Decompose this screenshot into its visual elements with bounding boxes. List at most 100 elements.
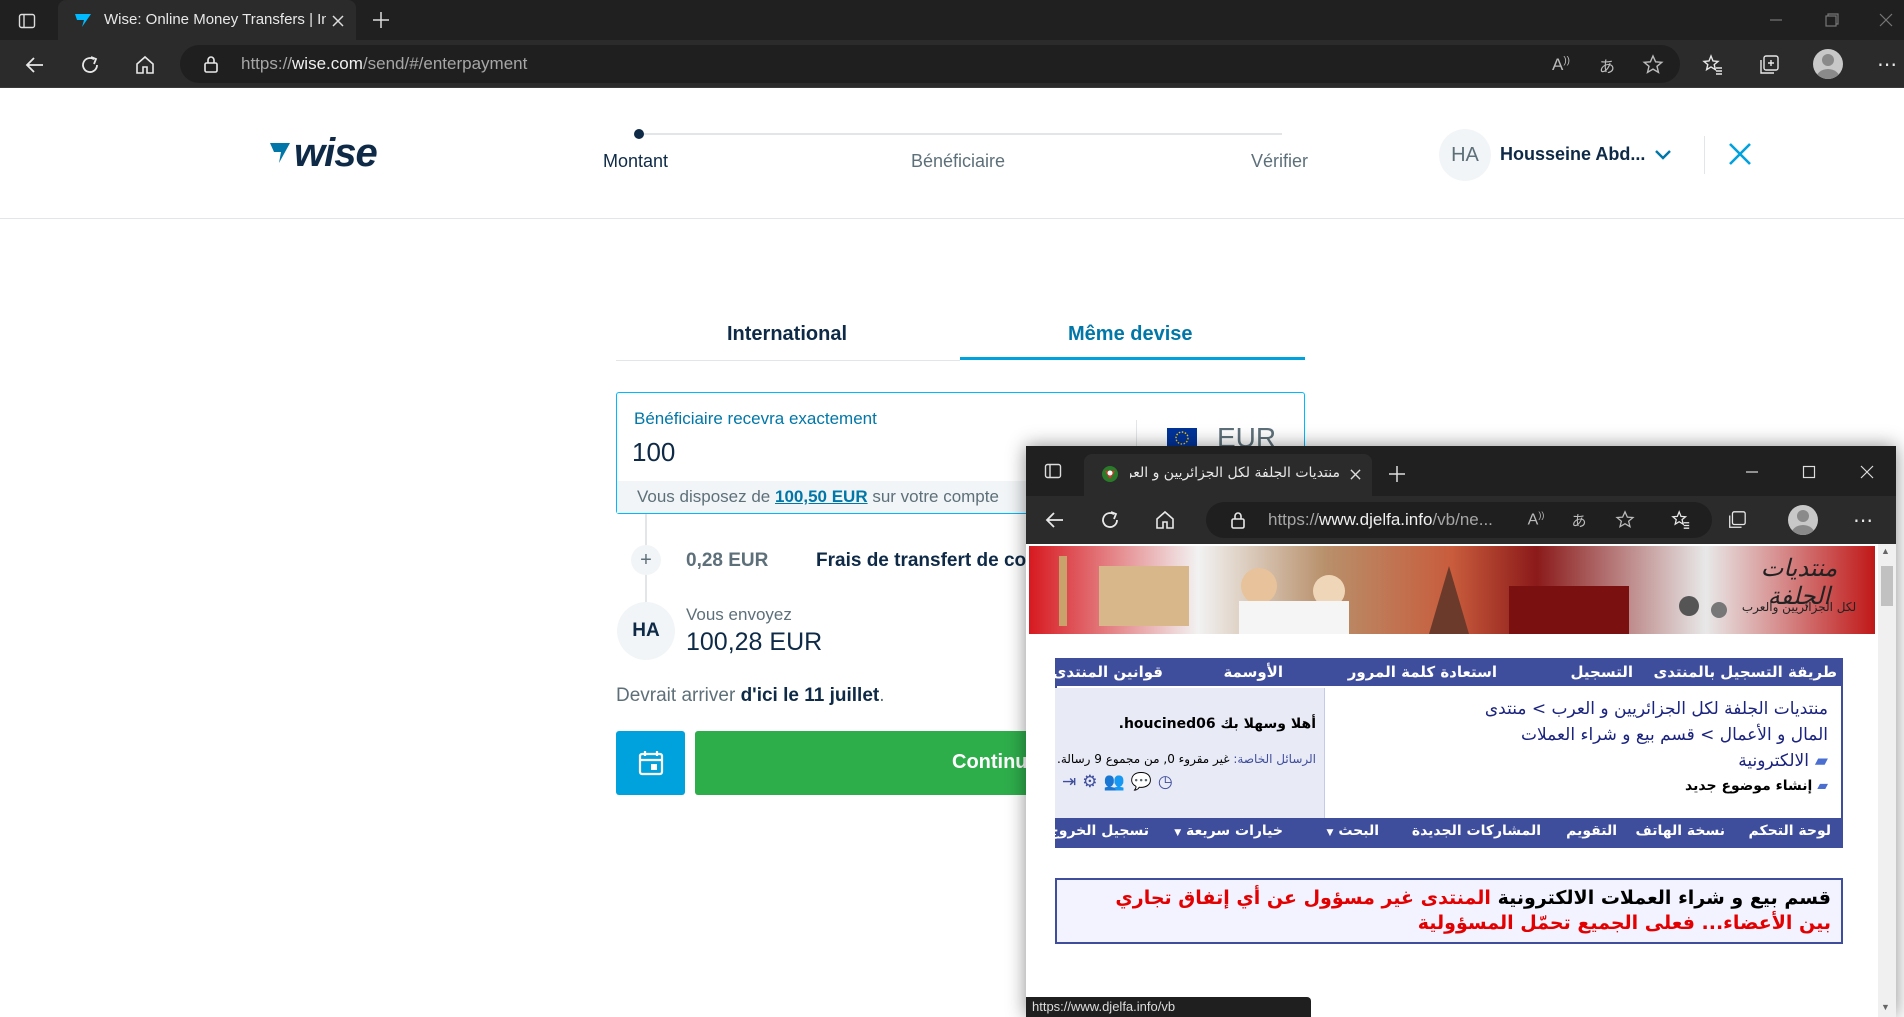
new-topic-label: إنشاء موضوع جديد	[1685, 778, 1813, 794]
logout-icon[interactable]: ⇥	[1062, 772, 1076, 792]
nav-control-panel[interactable]: لوحة التحكم	[1749, 823, 1831, 839]
fee-label: Frais de transfert de co	[816, 550, 1027, 571]
popup-profile-icon[interactable]	[1788, 505, 1818, 535]
profile-icon[interactable]	[1813, 49, 1843, 79]
tab-actions-icon[interactable]	[16, 10, 38, 32]
add-favorite-icon[interactable]	[1640, 52, 1666, 78]
popup-refresh-icon[interactable]	[1097, 507, 1123, 533]
scroll-up-icon[interactable]: ▲	[1881, 546, 1890, 556]
nav-quick-options[interactable]: خيارات سريعة ▼	[1174, 823, 1283, 839]
popup-close-tab-icon[interactable]	[1346, 465, 1364, 483]
breadcrumb-line-3[interactable]: الالكترونية	[1738, 748, 1809, 774]
plus-icon: +	[631, 545, 661, 575]
step-montant: Montant	[603, 151, 669, 171]
close-window-icon[interactable]	[1874, 8, 1898, 32]
popup-window: منتديات الجلفة لكل الجزائريين و العرب ht…	[1026, 446, 1896, 1017]
balance-amount-link[interactable]: 100,50 EUR	[775, 487, 868, 506]
popup-tab-bar: منتديات الجلفة لكل الجزائريين و العرب	[1026, 446, 1896, 496]
new-tab-icon[interactable]	[370, 9, 392, 31]
add-friend-icon[interactable]: 👥	[1104, 772, 1125, 792]
balance-prefix: Vous disposez de	[637, 487, 775, 506]
nav-search-label: البحث	[1338, 823, 1379, 839]
nav-quick-options-label: خيارات سريعة	[1186, 823, 1283, 839]
tab-international[interactable]: International	[727, 323, 847, 346]
home-icon[interactable]	[132, 52, 158, 78]
schedule-button[interactable]	[616, 731, 685, 795]
popup-favorites-icon[interactable]	[1668, 507, 1694, 533]
popup-home-icon[interactable]	[1152, 507, 1178, 533]
user-avatar[interactable]: HA	[1439, 129, 1491, 181]
breadcrumb-line-1[interactable]: منتديات الجلفة لكل الجزائريين و العرب > …	[1346, 696, 1828, 722]
arrival-date: d'ici le 11 juillet	[740, 685, 880, 706]
popup-add-favorite-icon[interactable]	[1612, 507, 1638, 533]
nav-mobile-version[interactable]: نسخة الهاتف	[1636, 823, 1725, 839]
collections-icon[interactable]	[1756, 52, 1782, 78]
chevron-down-icon[interactable]	[1652, 145, 1674, 165]
pm-label: الرسائل الخاصة:	[1233, 752, 1316, 766]
url-text[interactable]: https://wise.com/send/#/enterpayment	[241, 54, 527, 74]
popup-new-tab-icon[interactable]	[1386, 463, 1408, 485]
translate-icon[interactable]: あ	[1594, 52, 1620, 78]
back-icon[interactable]	[22, 52, 48, 78]
breadcrumb-line-2[interactable]: المال و الأعمال > قسم بيع و شراء العملات	[1346, 722, 1828, 748]
progress-track	[638, 133, 1282, 135]
nav-logout[interactable]: تسجيل الخروج	[1049, 823, 1149, 839]
nav-medals[interactable]: الأوسمة	[1223, 663, 1283, 681]
new-topic-link[interactable]: ▰ إنشاء موضوع جديد	[1486, 778, 1828, 794]
more-menu-icon[interactable]: ⋯	[1876, 52, 1898, 78]
nav-new-posts[interactable]: المشاركات الجديدة	[1412, 823, 1541, 839]
close-tab-icon[interactable]	[328, 11, 348, 31]
nav-recover-password[interactable]: استعادة كلمة المرور	[1348, 663, 1497, 681]
private-messages[interactable]: الرسائل الخاصة: غير مقروء 0, من مجموع 9 …	[1057, 752, 1316, 766]
popup-lock-icon[interactable]	[1229, 510, 1247, 530]
favorites-icon[interactable]	[1700, 52, 1726, 78]
nav-calendar[interactable]: التقويم	[1566, 823, 1617, 839]
popup-close-window-icon[interactable]	[1855, 460, 1879, 484]
popup-read-aloud-icon[interactable]: A))	[1524, 507, 1548, 533]
wise-logo[interactable]: wise	[268, 131, 378, 175]
clock-icon[interactable]: ◷	[1158, 772, 1173, 792]
restore-window-icon[interactable]	[1820, 8, 1844, 32]
pm-text: غير مقروء 0, من مجموع 9 رسالة.	[1057, 752, 1230, 766]
breadcrumb: منتديات الجلفة لكل الجزائريين و العرب > …	[1346, 696, 1828, 774]
chat-icon[interactable]: 💬	[1131, 772, 1152, 792]
nav-forum-rules[interactable]: قوانين المنتدى	[1053, 663, 1163, 681]
popup-collections-icon[interactable]	[1724, 507, 1750, 533]
scroll-down-icon[interactable]: ▼	[1881, 1002, 1890, 1012]
popup-translate-icon[interactable]: あ	[1567, 507, 1591, 533]
url-path: /send/#/enterpayment	[362, 54, 528, 73]
popup-tab-actions-icon[interactable]	[1042, 460, 1064, 482]
progress-dot	[634, 129, 644, 139]
refresh-icon[interactable]	[77, 52, 103, 78]
notice-section-title: قسم بيع و شراء العملات الالكترونية	[1497, 887, 1831, 909]
dropdown-arrow-icon: ▼	[1326, 828, 1334, 838]
amount-value[interactable]: 100	[632, 437, 675, 468]
popup-scrollbar-thumb[interactable]	[1881, 566, 1893, 606]
fee-amount: 0,28 EUR	[686, 550, 769, 571]
minimize-window-icon[interactable]	[1764, 8, 1788, 32]
popup-more-icon[interactable]: ⋯	[1852, 507, 1874, 533]
close-flow-icon[interactable]	[1728, 140, 1752, 168]
user-action-icons: ⇥ ⚙ 👥 💬 ◷	[1062, 772, 1173, 792]
read-aloud-icon[interactable]: A))	[1548, 52, 1574, 78]
popup-url-text[interactable]: https://www.djelfa.info/vb/ne...	[1268, 510, 1493, 530]
popup-maximize-icon[interactable]	[1797, 460, 1821, 484]
nav-registration-guide[interactable]: طريقة التسجيل بالمنتدى	[1653, 663, 1837, 681]
you-send-value[interactable]: 100,28 EUR	[686, 628, 822, 657]
popup-back-icon[interactable]	[1042, 507, 1068, 533]
step-verifier: Vérifier	[1251, 151, 1309, 171]
breadcrumb-line-3-row: ▰ الالكترونية	[1346, 748, 1828, 774]
welcome-username[interactable]: houcined06	[1124, 716, 1216, 732]
nav-register[interactable]: التسجيل	[1571, 663, 1633, 681]
user-name[interactable]: Housseine Abd...	[1500, 144, 1645, 165]
popup-minimize-icon[interactable]	[1740, 460, 1764, 484]
new-topic-icon: ▰	[1812, 778, 1828, 794]
popup-scrollbar[interactable]	[1878, 544, 1896, 1017]
lock-icon[interactable]	[201, 53, 221, 75]
forum-banner[interactable]: منتديات الجلفة لكل الجزائريين والعرب	[1029, 546, 1875, 634]
settings-icon[interactable]: ⚙	[1082, 772, 1097, 792]
tab-meme-devise[interactable]: Même devise	[1068, 323, 1193, 346]
arrival-suffix: .	[879, 685, 885, 706]
notice-line-1: قسم بيع و شراء العملات الالكترونية المنت…	[1067, 886, 1831, 911]
nav-search[interactable]: البحث ▼	[1327, 823, 1379, 839]
